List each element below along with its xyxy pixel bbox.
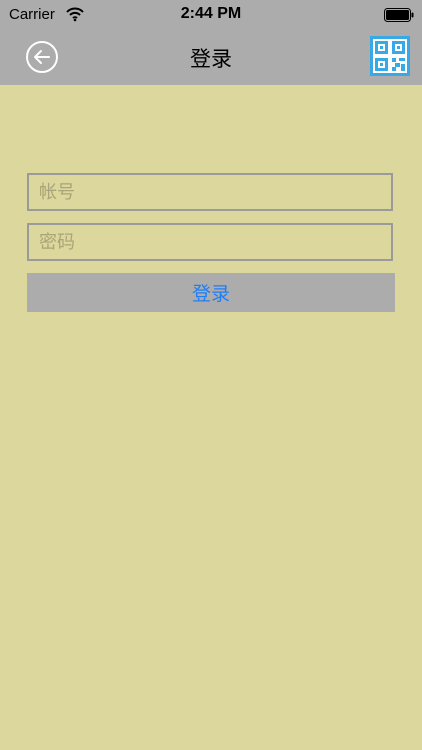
password-input[interactable]	[27, 223, 393, 261]
status-time: 2:44 PM	[180, 5, 242, 22]
qr-code-scan-icon[interactable]	[370, 36, 410, 76]
page-title: 登录	[190, 47, 232, 71]
status-bar: Carrier 2:44 PM	[0, 0, 422, 30]
account-input[interactable]	[27, 173, 393, 211]
nav-bar: 登录	[0, 30, 422, 85]
battery-icon	[384, 8, 414, 22]
login-button[interactable]: 登录	[27, 273, 395, 312]
